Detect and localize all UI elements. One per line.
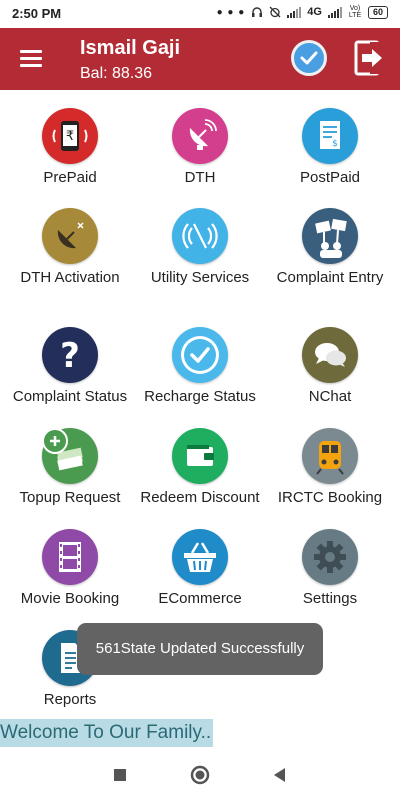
tile-movie-booking[interactable]: Movie Booking (5, 529, 135, 608)
tile-topup-request[interactable]: Topup Request (5, 428, 135, 507)
tile-prepaid[interactable]: ₹ PrePaid (5, 108, 135, 187)
tile-irctc-booking[interactable]: IRCTC Booking (265, 428, 395, 507)
tile-label: DTH (184, 169, 216, 186)
status-bar: 2:50 PM ● ● ● 4G Vo) LTE 60 (0, 0, 400, 28)
tile-label: Complaint Entry (276, 269, 384, 286)
tile-nchat[interactable]: NChat (265, 327, 395, 406)
tile-dth-activation[interactable]: DTH Activation (5, 208, 135, 287)
protest-sign-icon (302, 208, 358, 264)
battery-icon: 60 (367, 5, 388, 19)
balance-text: Bal: 88.36 (80, 65, 153, 82)
tile-complaint-entry[interactable]: Complaint Entry (265, 208, 395, 287)
mobile-rupee-icon: ₹ (42, 108, 98, 164)
tile-label: IRCTC Booking (277, 489, 383, 506)
wallet-icon (172, 428, 228, 484)
chat-bubbles-icon (302, 327, 358, 383)
train-icon (302, 428, 358, 484)
tile-settings[interactable]: Settings (265, 529, 395, 608)
headphones-icon (252, 7, 263, 17)
tile-label: Utility Services (150, 269, 250, 286)
gear-icon (302, 529, 358, 585)
film-strip-icon (42, 529, 98, 585)
tile-recharge-status[interactable]: Recharge Status (135, 327, 265, 406)
signal-icon-2 (327, 6, 342, 18)
tile-label: Movie Booking (20, 590, 120, 607)
satellite-dish-icon (42, 208, 98, 264)
system-nav-bar (0, 748, 400, 800)
bill-icon: $ (302, 108, 358, 164)
satellite-dish-icon (172, 108, 228, 164)
app-header: Ismail Gaji Bal: 88.36 (0, 28, 400, 90)
notification-dots-icon: ● ● ● (216, 6, 246, 18)
toast-message: 561State Updated Successfully (77, 623, 323, 675)
tile-label: ECommerce (158, 590, 242, 607)
network-type: 4G (307, 6, 322, 18)
tile-dth[interactable]: DTH (135, 108, 265, 187)
tile-label: NChat (308, 388, 352, 405)
svg-text:₹: ₹ (66, 129, 74, 144)
wireless-signal-icon (172, 208, 228, 264)
status-time: 2:50 PM (12, 6, 62, 21)
menu-icon[interactable] (20, 50, 42, 68)
tile-label: Reports (43, 691, 97, 708)
tile-label: PrePaid (43, 169, 97, 186)
tile-redeem-discount[interactable]: Redeem Discount (135, 428, 265, 507)
plus-badge-icon (42, 428, 68, 454)
verified-badge-icon[interactable] (291, 40, 327, 76)
tile-label: Recharge Status (144, 388, 256, 405)
volte-label: Vo) LTE (348, 5, 362, 19)
tile-label: Topup Request (19, 489, 121, 506)
tile-utility-services[interactable]: Utility Services (135, 208, 265, 287)
svg-text:?: ? (60, 336, 80, 376)
signal-icon (287, 6, 302, 18)
tile-label: PostPaid (299, 169, 361, 186)
tile-complaint-status[interactable]: ? Complaint Status (5, 327, 135, 406)
tile-label: Settings (302, 590, 358, 607)
tile-label: Redeem Discount (140, 489, 260, 506)
home-icon[interactable] (189, 764, 211, 786)
checkmark-icon (172, 327, 228, 383)
question-mark-icon: ? (42, 327, 98, 383)
logout-icon[interactable] (354, 40, 386, 76)
tile-postpaid[interactable]: $ PostPaid (265, 108, 395, 187)
recents-icon[interactable] (109, 764, 131, 786)
alarm-off-icon (269, 6, 281, 18)
shopping-basket-icon (172, 529, 228, 585)
status-icons: ● ● ● 4G Vo) LTE 60 (217, 5, 388, 19)
user-name: Ismail Gaji (80, 37, 181, 59)
tile-label: Complaint Status (12, 388, 128, 405)
back-icon[interactable] (269, 764, 291, 786)
svg-text:$: $ (332, 139, 338, 149)
tile-ecommerce[interactable]: ECommerce (135, 529, 265, 608)
welcome-banner: Welcome To Our Family.. (0, 719, 214, 747)
tile-label: DTH Activation (20, 269, 120, 286)
